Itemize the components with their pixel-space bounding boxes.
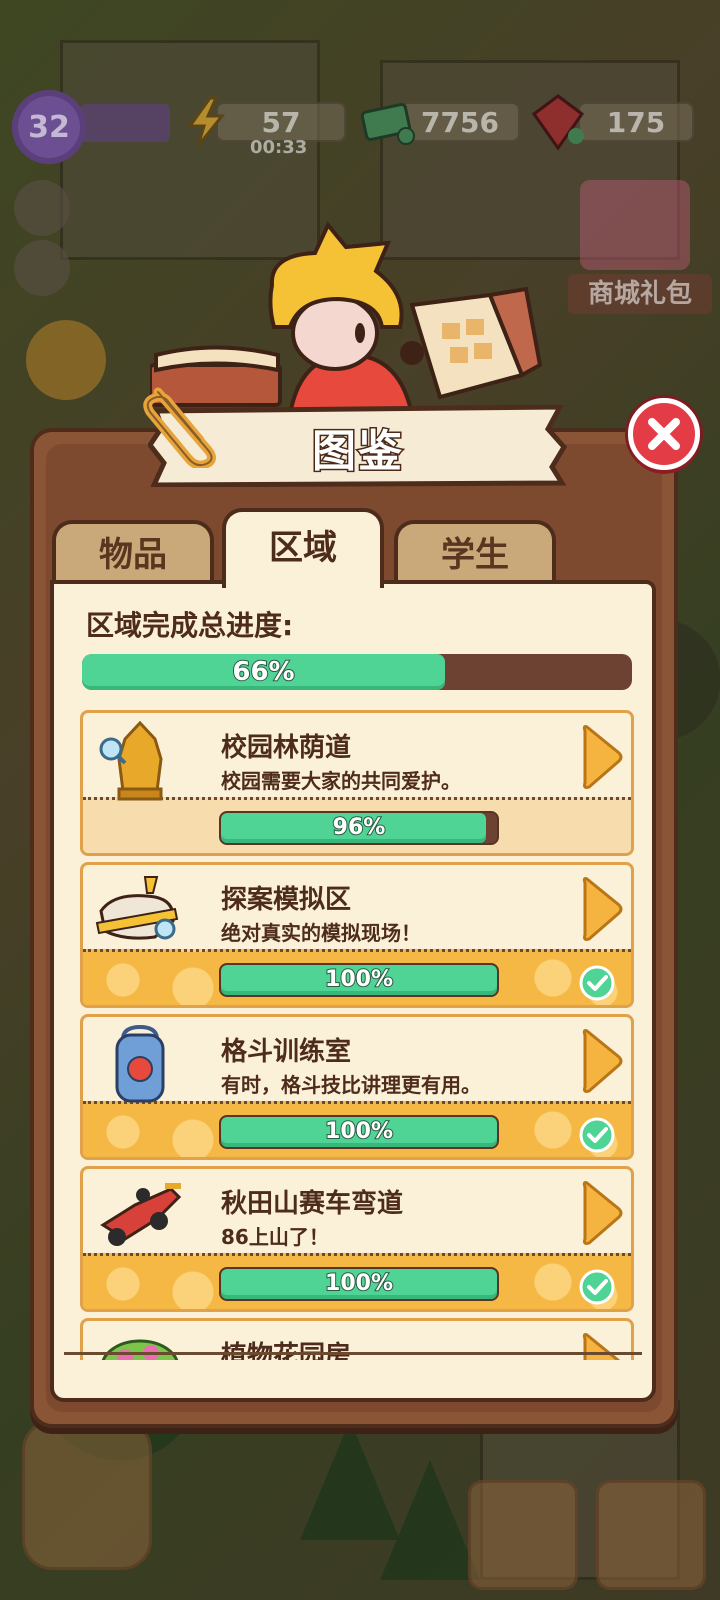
gem-counter[interactable]: 175 bbox=[578, 102, 694, 142]
area-description: 86上山了！ bbox=[221, 1225, 329, 1249]
gift-bundle-icon[interactable] bbox=[580, 180, 690, 270]
flower-bush-icon bbox=[101, 1339, 179, 1360]
xp-bar bbox=[80, 104, 170, 142]
area-list[interactable]: 校园林荫道 校园需要大家的共同爱护。 96% 探案模拟区 绝对真实的模拟现场！ bbox=[80, 710, 634, 1360]
area-progress-text: 100% bbox=[324, 1118, 394, 1145]
race-car-icon bbox=[100, 1183, 182, 1246]
area-description: 有时，格斗技比讲理更有用。 bbox=[221, 1073, 481, 1097]
gem-value: 175 bbox=[606, 106, 666, 139]
shop-bundle-label[interactable]: 商城礼包 bbox=[568, 274, 712, 314]
mail-icon[interactable] bbox=[14, 240, 70, 296]
arrow-right-icon[interactable] bbox=[581, 1177, 625, 1249]
area-name: 校园林荫道 bbox=[221, 733, 352, 763]
balloon-button[interactable] bbox=[468, 1480, 578, 1590]
punching-bag-icon bbox=[115, 1024, 165, 1103]
arrow-right-icon[interactable] bbox=[581, 1329, 625, 1360]
cash-icon bbox=[360, 102, 415, 145]
energy-value: 57 bbox=[261, 106, 301, 139]
area-name: 植物花园房 bbox=[221, 1341, 352, 1360]
check-icon bbox=[579, 965, 615, 1001]
arrow-right-icon[interactable] bbox=[581, 721, 625, 793]
compass-icon[interactable] bbox=[26, 320, 106, 400]
tab-label: 学生 bbox=[441, 535, 509, 575]
arrow-right-icon[interactable] bbox=[581, 873, 625, 945]
lightning-icon bbox=[187, 96, 226, 147]
total-progress-bar: 66% bbox=[82, 654, 632, 690]
area-progress-bar: 100% bbox=[219, 1267, 499, 1301]
area-description: 校园需要大家的共同爱护。 bbox=[221, 769, 461, 793]
close-icon bbox=[648, 418, 680, 450]
arrow-right-icon[interactable] bbox=[581, 1025, 625, 1097]
area-card[interactable]: 探案模拟区 绝对真实的模拟现场！ 100% bbox=[80, 862, 634, 1008]
player-level-badge: 32 bbox=[12, 90, 86, 164]
area-name: 秋田山赛车弯道 bbox=[221, 1189, 404, 1219]
play-arrow-button[interactable] bbox=[22, 1420, 152, 1570]
area-card[interactable]: 格斗训练室 有时，格斗技比讲理更有用。 100% bbox=[80, 1014, 634, 1160]
list-divider bbox=[64, 1352, 642, 1355]
crime-scene-icon bbox=[95, 876, 179, 940]
settings-gear-icon[interactable] bbox=[14, 180, 70, 236]
area-name: 探案模拟区 bbox=[221, 885, 352, 915]
player-level: 32 bbox=[28, 109, 70, 145]
ruby-gem-icon bbox=[531, 94, 585, 151]
badge-button[interactable] bbox=[596, 1480, 706, 1590]
area-progress-text: 100% bbox=[324, 1270, 394, 1297]
area-progress-text: 96% bbox=[332, 814, 387, 841]
tab-items[interactable]: 物品 bbox=[52, 520, 214, 586]
area-progress-bar: 100% bbox=[219, 1115, 499, 1149]
energy-timer: 00:33 bbox=[250, 137, 308, 158]
paperclip-icon bbox=[143, 387, 216, 468]
area-card[interactable]: 秋田山赛车弯道 86上山了！ 100% bbox=[80, 1166, 634, 1312]
area-name: 格斗训练室 bbox=[221, 1037, 352, 1067]
area-progress-bar: 100% bbox=[219, 963, 499, 997]
cash-counter[interactable]: 7756 bbox=[400, 102, 520, 142]
close-button[interactable] bbox=[628, 398, 700, 470]
total-progress-text: 66% bbox=[231, 656, 295, 688]
golden-statue-icon bbox=[99, 720, 163, 801]
tab-label: 区域 bbox=[269, 528, 337, 568]
area-description: 绝对真实的模拟现场！ bbox=[221, 921, 421, 945]
check-icon bbox=[579, 1269, 615, 1305]
tab-students[interactable]: 学生 bbox=[394, 520, 556, 586]
areas-content: 区域完成总进度: 66% 校园林荫道 校园需要大家的共同爱护。 96% 探案模拟… bbox=[50, 580, 656, 1402]
cash-value: 7756 bbox=[421, 106, 499, 139]
tab-label: 物品 bbox=[99, 535, 167, 575]
check-icon bbox=[579, 1117, 615, 1153]
area-progress-text: 100% bbox=[324, 966, 394, 993]
tab-areas[interactable]: 区域 bbox=[222, 508, 384, 588]
area-card[interactable]: 校园林荫道 校园需要大家的共同爱护。 96% bbox=[80, 710, 634, 856]
energy-counter[interactable]: 57 bbox=[216, 102, 346, 142]
total-progress-label: 区域完成总进度: bbox=[86, 609, 294, 642]
area-progress-bar: 96% bbox=[219, 811, 499, 845]
